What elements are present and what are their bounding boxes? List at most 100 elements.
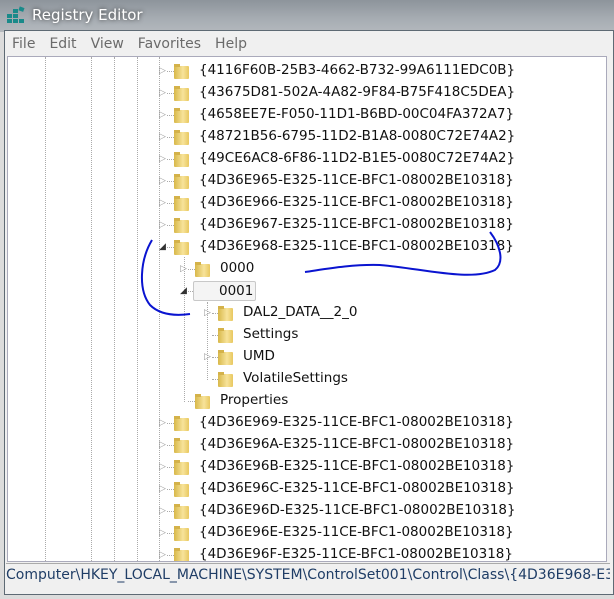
menu-favorites[interactable]: Favorites <box>132 33 209 55</box>
expand-arrow-icon[interactable]: ▷ <box>204 308 214 318</box>
tree-node-label[interactable]: Settings <box>241 325 300 343</box>
tree-node-label[interactable]: {4D36E96C-E325-11CE-BFC1-08002BE10318} <box>197 479 517 497</box>
folder-icon <box>174 195 190 211</box>
expand-arrow-icon[interactable]: ▷ <box>159 440 169 450</box>
folder-icon <box>174 63 190 79</box>
menu-view[interactable]: View <box>85 33 132 55</box>
expand-arrow-icon[interactable]: ▷ <box>159 132 169 142</box>
collapse-arrow-icon[interactable]: ◢ <box>159 242 169 252</box>
tree-node[interactable]: ▷ {4116F60B-25B3-4662-B732-99A6111EDC0B} <box>8 60 606 82</box>
expand-arrow-icon[interactable]: ▷ <box>204 352 214 362</box>
folder-icon <box>218 349 234 365</box>
window-title: Registry Editor <box>32 6 143 24</box>
expand-arrow-icon[interactable]: ▷ <box>180 264 190 274</box>
folder-icon <box>174 459 190 475</box>
folder-icon <box>174 173 190 189</box>
menu-help[interactable]: Help <box>209 33 255 55</box>
collapse-arrow-icon[interactable]: ◢ <box>180 286 190 296</box>
tree-node[interactable]: ▷ {4658EE7E-F050-11D1-B6BD-00C04FA372A7} <box>8 104 606 126</box>
status-bar-path: Computer\HKEY_LOCAL_MACHINE\SYSTEM\Contr… <box>6 563 610 589</box>
tree-node[interactable]: ▷ {4D36E96F-E325-11CE-BFC1-08002BE10318} <box>8 544 606 561</box>
tree-node-label[interactable]: {43675D81-502A-4A82-9F84-B75F418C5DEA} <box>197 83 517 101</box>
expand-arrow-icon[interactable]: ▷ <box>159 462 169 472</box>
folder-icon <box>218 371 234 387</box>
folder-icon <box>174 151 190 167</box>
folder-icon <box>195 393 211 409</box>
tree-node[interactable]: ▷ {43675D81-502A-4A82-9F84-B75F418C5DEA} <box>8 82 606 104</box>
folder-icon <box>174 503 190 519</box>
tree-node-label[interactable]: UMD <box>241 347 277 365</box>
folder-icon <box>218 327 234 343</box>
tree-node-label[interactable]: {4D36E96B-E325-11CE-BFC1-08002BE10318} <box>197 457 516 475</box>
tree-node-label[interactable]: {4D36E965-E325-11CE-BFC1-08002BE10318} <box>197 171 516 189</box>
menu-bar: File Edit View Favorites Help <box>6 33 255 55</box>
folder-icon <box>174 217 190 233</box>
expand-arrow-icon[interactable]: ▷ <box>159 176 169 186</box>
tree-node[interactable]: ▷ {4D36E967-E325-11CE-BFC1-08002BE10318} <box>8 214 606 236</box>
folder-icon <box>218 305 234 321</box>
tree-node[interactable]: ▷ {4D36E965-E325-11CE-BFC1-08002BE10318} <box>8 170 606 192</box>
tree-node-label[interactable]: Properties <box>218 391 290 409</box>
tree-node-label[interactable]: {4D36E968-E325-11CE-BFC1-08002BE10318} <box>197 237 516 255</box>
tree-node-label[interactable]: DAL2_DATA__2_0 <box>241 303 359 321</box>
tree-node[interactable]: Properties <box>8 390 606 412</box>
tree-node-label[interactable]: 0000 <box>218 259 256 277</box>
tree-node[interactable]: ◢ 0001 <box>8 280 606 302</box>
folder-icon <box>174 415 190 431</box>
tree-node[interactable]: ▷ {4D36E969-E325-11CE-BFC1-08002BE10318} <box>8 412 606 434</box>
tree-node-label[interactable]: {49CE6AC8-6F86-11D2-B1E5-0080C72E74A2} <box>197 149 517 167</box>
tree-node-label[interactable]: {48721B56-6795-11D2-B1A8-0080C72E74A2} <box>197 127 517 145</box>
tree-node-label[interactable]: {4D36E96E-E325-11CE-BFC1-08002BE10318} <box>197 523 516 541</box>
tree-node[interactable]: ▷ UMD <box>8 346 606 368</box>
folder-icon <box>174 481 190 497</box>
expand-arrow-icon[interactable]: ▷ <box>159 154 169 164</box>
expand-arrow-icon[interactable]: ▷ <box>159 110 169 120</box>
tree-connector <box>188 401 195 402</box>
folder-icon <box>174 85 190 101</box>
tree-node-label[interactable]: {4D36E96D-E325-11CE-BFC1-08002BE10318} <box>197 501 518 519</box>
tree-node[interactable]: Settings <box>8 324 606 346</box>
folder-icon <box>174 239 190 255</box>
tree-node-label[interactable]: {4D36E966-E325-11CE-BFC1-08002BE10318} <box>197 193 516 211</box>
registry-editor-icon <box>7 6 25 23</box>
tree-node-label[interactable]: 0001 <box>193 281 257 301</box>
tree-node[interactable]: ◢ {4D36E968-E325-11CE-BFC1-08002BE10318} <box>8 236 606 258</box>
menu-file[interactable]: File <box>6 33 43 55</box>
tree-node[interactable]: ▷ {4D36E966-E325-11CE-BFC1-08002BE10318} <box>8 192 606 214</box>
tree-node-label[interactable]: VolatileSettings <box>241 369 350 387</box>
tree-node[interactable]: VolatileSettings <box>8 368 606 390</box>
tree-node[interactable]: ▷ {4D36E96C-E325-11CE-BFC1-08002BE10318} <box>8 478 606 500</box>
tree-node-label[interactable]: {4658EE7E-F050-11D1-B6BD-00C04FA372A7} <box>197 105 516 123</box>
tree-node[interactable]: ▷ {4D36E96D-E325-11CE-BFC1-08002BE10318} <box>8 500 606 522</box>
registry-tree[interactable]: ▷ {4116F60B-25B3-4662-B732-99A6111EDC0B} ▷… <box>7 56 607 562</box>
folder-icon <box>174 525 190 541</box>
expand-arrow-icon[interactable]: ▷ <box>159 506 169 516</box>
tree-node[interactable]: ▷ {4D36E96A-E325-11CE-BFC1-08002BE10318} <box>8 434 606 456</box>
expand-arrow-icon[interactable]: ▷ <box>159 198 169 208</box>
tree-node[interactable]: ▷ {4D36E96E-E325-11CE-BFC1-08002BE10318} <box>8 522 606 544</box>
tree-node-label[interactable]: {4D36E96F-E325-11CE-BFC1-08002BE10318} <box>197 545 515 561</box>
folder-icon <box>174 107 190 123</box>
title-bar: Registry Editor <box>0 0 614 32</box>
expand-arrow-icon[interactable]: ▷ <box>159 418 169 428</box>
expand-arrow-icon[interactable]: ▷ <box>159 88 169 98</box>
folder-icon <box>174 547 190 561</box>
expand-arrow-icon[interactable]: ▷ <box>159 484 169 494</box>
tree-node[interactable]: ▷ DAL2_DATA__2_0 <box>8 302 606 324</box>
tree-node[interactable]: ▷ {4D36E96B-E325-11CE-BFC1-08002BE10318} <box>8 456 606 478</box>
tree-node[interactable]: ▷ {48721B56-6795-11D2-B1A8-0080C72E74A2} <box>8 126 606 148</box>
menu-edit[interactable]: Edit <box>43 33 84 55</box>
expand-arrow-icon[interactable]: ▷ <box>159 66 169 76</box>
folder-icon <box>195 261 211 277</box>
tree-node[interactable]: ▷ 0000 <box>8 258 606 280</box>
expand-arrow-icon[interactable]: ▷ <box>159 550 169 560</box>
expand-arrow-icon[interactable]: ▷ <box>159 220 169 230</box>
folder-icon <box>174 437 190 453</box>
tree-node-label[interactable]: {4116F60B-25B3-4662-B732-99A6111EDC0B} <box>197 61 517 79</box>
expand-arrow-icon[interactable]: ▷ <box>159 528 169 538</box>
tree-node-label[interactable]: {4D36E969-E325-11CE-BFC1-08002BE10318} <box>197 413 516 431</box>
folder-icon <box>174 129 190 145</box>
tree-node-label[interactable]: {4D36E967-E325-11CE-BFC1-08002BE10318} <box>197 215 516 233</box>
tree-node[interactable]: ▷ {49CE6AC8-6F86-11D2-B1E5-0080C72E74A2} <box>8 148 606 170</box>
tree-node-label[interactable]: {4D36E96A-E325-11CE-BFC1-08002BE10318} <box>197 435 516 453</box>
